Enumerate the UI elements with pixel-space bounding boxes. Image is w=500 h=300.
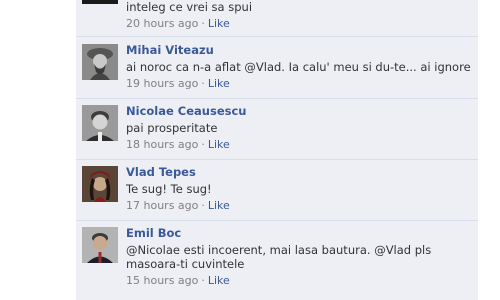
comment-body: Emil Boc @Nicolae esti incoerent, mai la… — [126, 226, 472, 288]
comment-item: Emil Boc @Nicolae esti incoerent, mai la… — [76, 221, 478, 300]
comment-text: Te sug! Te sug! — [126, 182, 212, 196]
comment-text: ai noroc ca n-a aflat @Vlad. Ia calu' me… — [126, 60, 471, 74]
comment-item: Vlad Tepes Te sug! Te sug! 17 hours ago ·… — [76, 160, 478, 221]
comment-timestamp: 19 hours ago — [126, 77, 199, 90]
comment-timestamp: 17 hours ago — [126, 199, 199, 212]
like-link[interactable]: Like — [208, 274, 230, 287]
portrait-image — [82, 227, 118, 263]
comment-item: Mihai Viteazu ai noroc ca n-a aflat @Vla… — [76, 38, 478, 99]
portrait-image — [82, 166, 118, 202]
meta-separator: · — [201, 199, 205, 212]
meta-separator: · — [201, 274, 205, 287]
comment-meta: 19 hours ago · Like — [126, 77, 472, 91]
comment-author-link[interactable]: Emil Boc — [126, 226, 472, 240]
comment-timestamp: 18 hours ago — [126, 138, 199, 151]
comment-timestamp: 15 hours ago — [126, 274, 199, 287]
comment-author-link[interactable]: Mihai Viteazu — [126, 43, 472, 57]
avatar[interactable] — [82, 44, 118, 80]
comment-feed: inteleg ce vrei sa spui 20 hours ago · Lik… — [76, 0, 478, 300]
comment-meta: 18 hours ago · Like — [126, 138, 472, 152]
comment-meta: 20 hours ago · Like — [126, 17, 472, 31]
comment-body: Nicolae Ceausescu pai prosperitate 18 ho… — [126, 104, 472, 152]
comment-meta: 15 hours ago · Like — [126, 274, 472, 288]
comment-meta: 17 hours ago · Like — [126, 199, 472, 213]
like-link[interactable]: Like — [208, 17, 230, 30]
comment-body: inteleg ce vrei sa spui 20 hours ago · Lik… — [126, 0, 472, 31]
comment-text: inteleg ce vrei sa spui — [126, 0, 253, 14]
comment-body: Mihai Viteazu ai noroc ca n-a aflat @Vla… — [126, 43, 472, 91]
portrait-image — [82, 105, 118, 141]
meta-separator: · — [201, 77, 205, 90]
avatar[interactable] — [82, 105, 118, 141]
like-link[interactable]: Like — [208, 138, 230, 151]
comment-item: Nicolae Ceausescu pai prosperitate 18 ho… — [76, 99, 478, 160]
comment-text: pai prosperitate — [126, 121, 218, 135]
comment-item: inteleg ce vrei sa spui 20 hours ago · Lik… — [76, 0, 478, 37]
avatar[interactable] — [82, 227, 118, 263]
like-link[interactable]: Like — [208, 77, 230, 90]
meta-separator: · — [201, 17, 205, 30]
comment-timestamp: 20 hours ago — [126, 17, 199, 30]
meta-separator: · — [201, 138, 205, 151]
portrait-image — [82, 44, 118, 80]
comment-author-link[interactable]: Vlad Tepes — [126, 165, 472, 179]
avatar[interactable] — [82, 0, 118, 4]
comment-author-link[interactable]: Nicolae Ceausescu — [126, 104, 472, 118]
comment-body: Vlad Tepes Te sug! Te sug! 17 hours ago ·… — [126, 165, 472, 213]
avatar[interactable] — [82, 166, 118, 202]
like-link[interactable]: Like — [208, 199, 230, 212]
comment-text: @Nicolae esti incoerent, mai lasa bautur… — [126, 243, 432, 271]
